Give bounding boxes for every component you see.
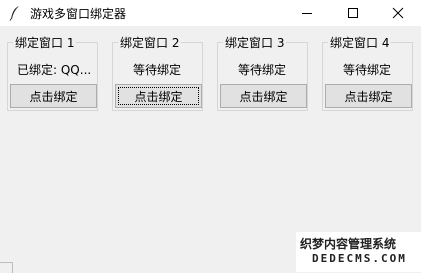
maximize-button[interactable] [330, 0, 376, 26]
bind-slot-4-label: 绑定窗口 4 [328, 34, 392, 51]
bind-slot-1-button[interactable]: 点击绑定 [10, 84, 97, 108]
bind-slot-2-label: 绑定窗口 2 [118, 34, 182, 51]
window-title: 游戏多窗口绑定器 [30, 7, 127, 21]
bind-slot-4-button[interactable]: 点击绑定 [325, 84, 412, 108]
bind-slot-1-status: 已绑定: QQ... [17, 63, 92, 77]
bind-slot-1-label: 绑定窗口 1 [13, 34, 77, 51]
bind-slot-3-status: 等待绑定 [238, 63, 287, 77]
feather-icon [8, 5, 22, 21]
watermark-title: 织梦内容管理系统 [300, 237, 397, 251]
watermark: 织梦内容管理系统 DEDECMS.COM [296, 232, 421, 272]
bind-slot-2-button[interactable]: 点击绑定 [115, 84, 202, 108]
watermark-url: DEDECMS.COM [312, 252, 407, 265]
window-edge-fragment [0, 262, 13, 273]
title-bar[interactable]: 游戏多窗口绑定器 [0, 0, 421, 26]
maximize-icon [347, 7, 359, 19]
bind-slot-4-status: 等待绑定 [343, 63, 392, 77]
minimize-button[interactable] [284, 0, 330, 26]
close-button[interactable] [375, 0, 421, 26]
close-icon [392, 7, 404, 19]
bind-slot-2-status: 等待绑定 [133, 63, 182, 77]
minimize-icon [301, 7, 313, 19]
bind-slot-3-label: 绑定窗口 3 [223, 34, 287, 51]
bind-slot-3-button[interactable]: 点击绑定 [220, 84, 307, 108]
